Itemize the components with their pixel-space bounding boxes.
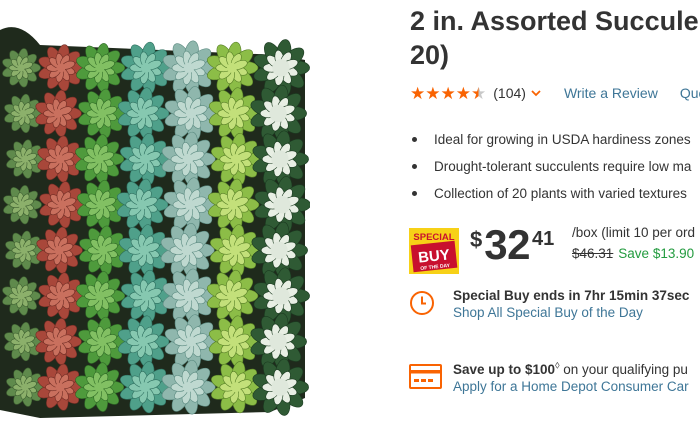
price: $ 32 41 [470, 222, 554, 268]
was-price: $46.31 [572, 246, 614, 261]
highlight-text: Drought-tolerant succulents require low … [434, 159, 692, 174]
bullet-icon [412, 191, 417, 196]
apply-credit-link[interactable]: Apply for a Home Depot Consumer Car [453, 379, 689, 394]
price-currency: $ [470, 227, 483, 252]
price-cents: 41 [531, 228, 555, 250]
price-unit: /box (limit 10 per ord [572, 225, 696, 240]
special-buy-countdown: Special Buy ends in 7hr 15min 37sec [453, 288, 690, 303]
star-icon: ★ [440, 83, 456, 103]
half-star-icon: ★ [471, 83, 487, 103]
product-image[interactable] [0, 0, 310, 432]
bullet-icon [412, 164, 417, 169]
savings-amount: Save $13.90 [618, 246, 695, 261]
rating-row: ★ ★ ★ ★ ★ (104) Write a Review Que [410, 83, 700, 103]
bullet-icon [412, 137, 417, 142]
succulent-tray-graphic [0, 27, 310, 419]
clock-icon [410, 291, 434, 315]
star-icon: ★ [410, 83, 426, 103]
special-buy-badge: SPECIAL BUY OF THE DAY [409, 228, 459, 274]
product-title-line-2: 20) [410, 40, 450, 70]
highlight-item: Collection of 20 plants with varied text… [412, 180, 691, 207]
highlight-item: Drought-tolerant succulents require low … [412, 153, 691, 180]
credit-offer: Save up to $100◊ on your qualifying pu [453, 361, 688, 377]
product-title-line-1: 2 in. Assorted Succule [410, 6, 699, 36]
highlight-text: Ideal for growing in USDA hardiness zone… [434, 132, 691, 147]
highlight-item: Ideal for growing in USDA hardiness zone… [412, 126, 691, 153]
price-dollars: 32 [484, 221, 530, 268]
product-title: 2 in. Assorted Succule 20) [410, 4, 700, 72]
questions-link[interactable]: Que [680, 85, 700, 101]
write-review-link[interactable]: Write a Review [564, 85, 658, 101]
badge-special-text: SPECIAL [413, 232, 454, 243]
product-highlights: Ideal for growing in USDA hardiness zone… [412, 126, 691, 207]
highlight-text: Collection of 20 plants with varied text… [434, 186, 687, 201]
price-comparison: $46.31 Save $13.90 [572, 246, 694, 261]
star-rating[interactable]: ★ ★ ★ ★ ★ [410, 85, 486, 102]
review-count[interactable]: (104) [493, 85, 526, 101]
shop-special-buy-link[interactable]: Shop All Special Buy of the Day [453, 305, 643, 320]
star-icon: ★ [425, 83, 441, 103]
credit-offer-text: on your qualifying pu [559, 362, 688, 377]
star-icon: ★ [455, 83, 471, 103]
chevron-down-icon[interactable] [530, 87, 542, 99]
credit-card-icon [409, 364, 442, 389]
credit-offer-amount: Save up to $100 [453, 362, 556, 377]
